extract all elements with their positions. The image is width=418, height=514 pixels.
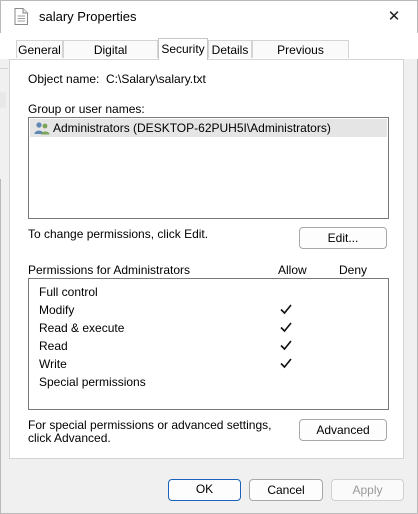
background-window-fragment [0, 92, 6, 108]
tab-general[interactable]: General [16, 40, 63, 58]
permission-name: Write [39, 357, 67, 371]
deny-column-header: Deny [339, 263, 368, 277]
checkmark-icon [280, 340, 292, 351]
permission-row-full-control: Full control [39, 283, 399, 301]
text-file-icon [14, 8, 28, 25]
change-permissions-hint: To change permissions, click Edit. [28, 227, 209, 241]
tab-security[interactable]: Security [158, 38, 208, 60]
group-name: Administrators (DESKTOP-62PUH5I\Administ… [53, 121, 331, 135]
users-icon [34, 122, 50, 135]
edit-button[interactable]: Edit... [299, 227, 387, 249]
advanced-button[interactable]: Advanced [299, 419, 387, 441]
list-item-administrators[interactable]: Administrators (DESKTOP-62PUH5I\Administ… [30, 119, 387, 137]
object-name-value: C:\Salary\salary.txt [106, 72, 206, 86]
permissions-label: Permissions for Administrators [28, 263, 191, 277]
permissions-list[interactable]: Full control Modify Read & execute Read … [28, 278, 389, 410]
allow-column-header: Allow [278, 263, 307, 277]
permission-row-read-execute: Read & execute [39, 319, 399, 337]
advanced-settings-hint: For special permissions or advanced sett… [28, 418, 272, 445]
permission-name: Special permissions [39, 375, 146, 389]
tab-label: Security [161, 42, 205, 56]
close-button[interactable]: ✕ [377, 3, 411, 31]
permission-name: Read [39, 339, 68, 353]
permission-row-write: Write [39, 355, 399, 373]
cancel-button[interactable]: Cancel [249, 479, 323, 501]
title-bar[interactable]: salary Properties ✕ [1, 1, 417, 33]
group-user-list[interactable]: Administrators (DESKTOP-62PUH5I\Administ… [28, 117, 389, 219]
permission-name: Read & execute [39, 321, 125, 335]
window-title: salary Properties [39, 9, 137, 24]
tab-label: General [18, 43, 61, 57]
object-name-label: Object name: [28, 72, 100, 86]
tab-label: Details [211, 43, 249, 57]
tab-previous-versions[interactable]: Previous Versions [252, 40, 349, 75]
checkmark-icon [280, 322, 292, 333]
permission-name: Full control [39, 285, 98, 299]
group-names-label: Group or user names: [28, 102, 145, 116]
ok-button[interactable]: OK [168, 479, 241, 501]
apply-button[interactable]: Apply [331, 479, 404, 501]
background-divider [0, 68, 8, 69]
tab-details[interactable]: Details [208, 40, 252, 58]
checkmark-icon [280, 358, 292, 369]
close-icon: ✕ [387, 8, 401, 25]
permission-row-read: Read [39, 337, 399, 355]
permission-row-modify: Modify [39, 301, 399, 319]
tab-digital-signatures[interactable]: Digital Signatures [63, 40, 158, 75]
permission-name: Modify [39, 303, 75, 317]
checkmark-icon [280, 304, 292, 315]
permission-row-special: Special permissions [39, 373, 399, 391]
background-window-edge [0, 59, 8, 179]
